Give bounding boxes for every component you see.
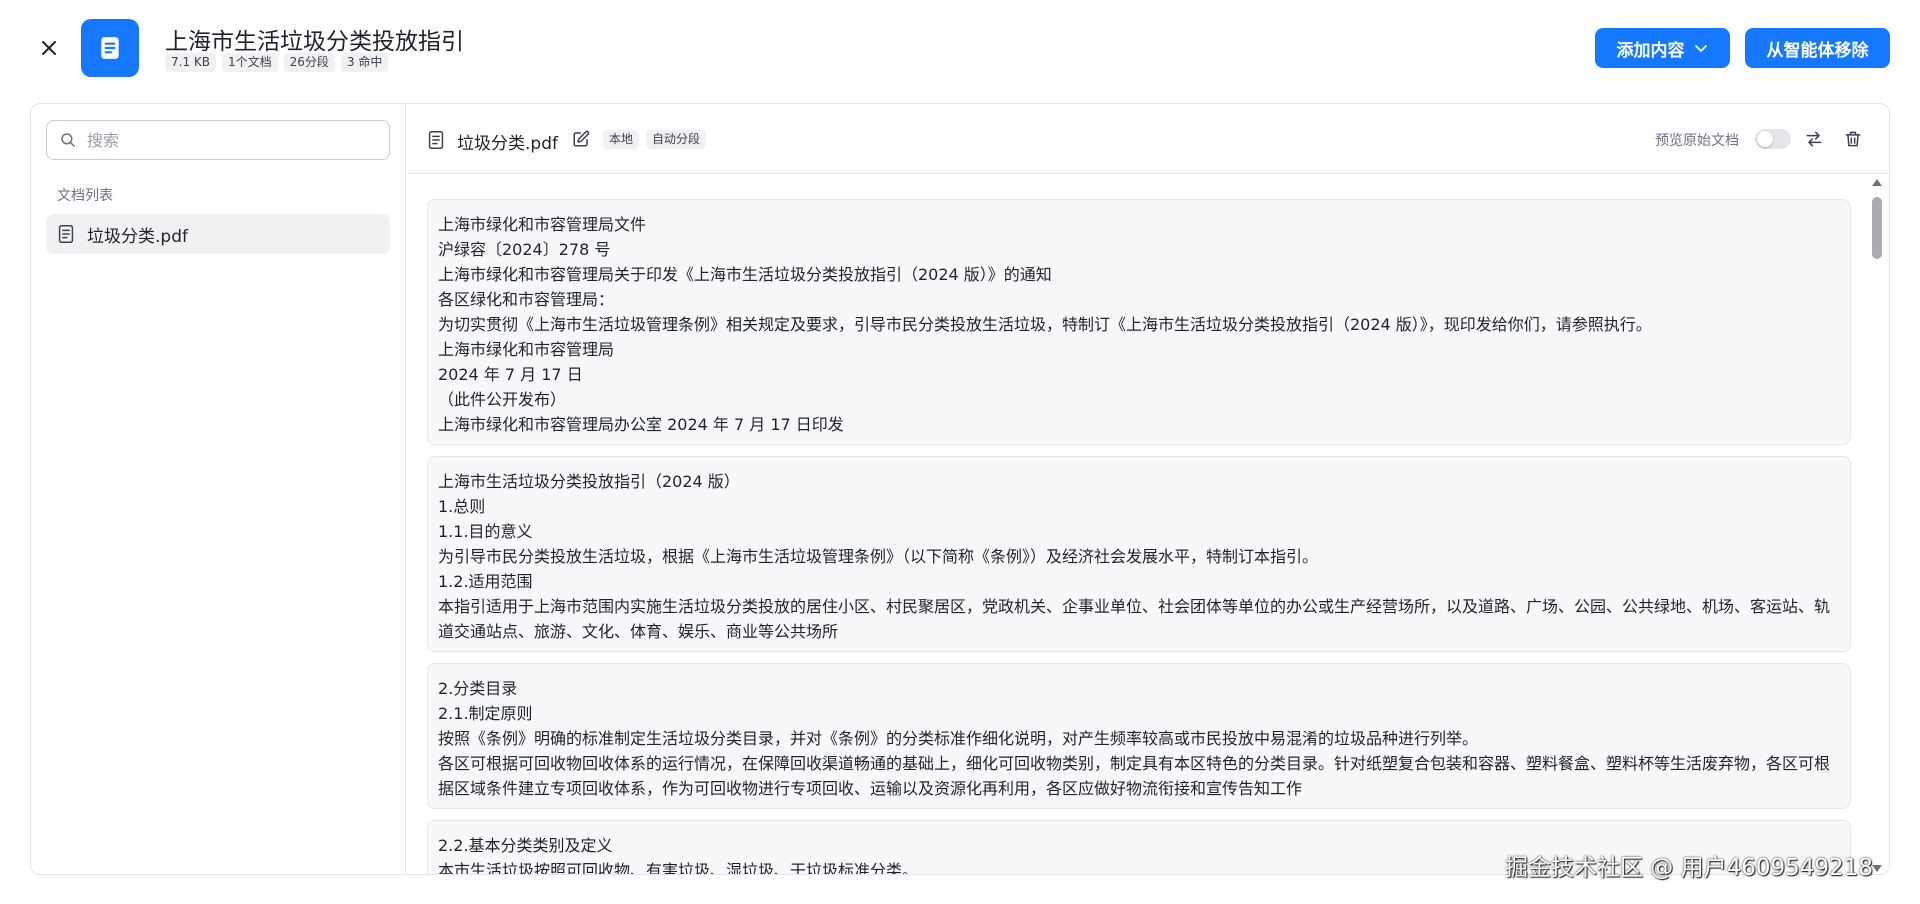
chunk-line: 本指引适用于上海市范围内实施生活垃圾分类投放的居住小区、村民聚居区，党政机关、企… xyxy=(438,597,1831,641)
document-name: 垃圾分类.pdf xyxy=(87,226,188,247)
add-content-label: 添加内容 xyxy=(1616,40,1685,61)
chunk-line: 1.2.适用范围 xyxy=(438,572,533,591)
chunk-list: 上海市绿化和市容管理局文件 沪绿容〔2024〕278 号 上海市绿化和市容管理局… xyxy=(407,175,1889,874)
segment-mode-tag: 自动分段 xyxy=(646,130,707,149)
scroll-thumb[interactable] xyxy=(1872,197,1882,259)
edit-icon[interactable] xyxy=(572,130,590,148)
chunk-card[interactable]: 上海市绿化和市容管理局文件 沪绿容〔2024〕278 号 上海市绿化和市容管理局… xyxy=(427,199,1851,445)
chunk-line: 2.分类目录 xyxy=(438,679,518,698)
swap-icon[interactable] xyxy=(1804,129,1824,149)
chunk-line: （此件公开发布） xyxy=(438,390,567,409)
segment-count-tag: 26分段 xyxy=(283,53,335,72)
toolbar-doc-name: 垃圾分类.pdf xyxy=(457,134,558,154)
chunk-line: 上海市绿化和市容管理局办公室 2024 年 7 月 17 日印发 xyxy=(438,415,844,434)
chunk-card[interactable]: 2.分类目录 2.1.制定原则 按照《条例》明确的标准制定生活垃圾分类目录，并对… xyxy=(427,663,1851,809)
chunk-line: 2.1.制定原则 xyxy=(438,704,533,723)
preview-original-toggle[interactable] xyxy=(1755,129,1791,149)
search-input[interactable] xyxy=(87,130,367,150)
chunk-line: 按照《条例》明确的标准制定生活垃圾分类目录，并对《条例》的分类标准作细化说明，对… xyxy=(438,729,1479,748)
chunk-line: 2024 年 7 月 17 日 xyxy=(438,365,583,384)
doc-count-tag: 1个文档 xyxy=(222,53,278,72)
chunk-line: 上海市生活垃圾分类投放指引（2024 版） xyxy=(438,472,740,491)
header: 上海市生活垃圾分类投放指引 7.1 KB 1个文档 26分段 3 命中 添加内容… xyxy=(0,0,1920,100)
chunk-line: 上海市绿化和市容管理局关于印发《上海市生活垃圾分类投放指引（2024 版）》的通… xyxy=(438,265,1052,284)
chunk-line: 各区可根据可回收物回收体系的运行情况，在保障回收渠道畅通的基础上，细化可回收物类… xyxy=(438,754,1831,798)
search-icon xyxy=(61,133,75,147)
document-list-label: 文档列表 xyxy=(57,188,113,204)
knowledge-base-icon xyxy=(81,19,139,77)
document-toolbar: 垃圾分类.pdf 本地 自动分段 预览原始文档 xyxy=(407,104,1889,174)
scrollbar[interactable] xyxy=(1869,175,1885,874)
document-content: 垃圾分类.pdf 本地 自动分段 预览原始文档 上海市绿化和市容管理局文件 沪绿… xyxy=(407,104,1889,874)
chunk-line: 为切实贯彻《上海市生活垃圾管理条例》相关规定及要求，引导市民分类投放生活垃圾，特… xyxy=(438,315,1652,334)
main-card: 文档列表 垃圾分类.pdf 垃圾分类.pdf 本地 自动分段 预览原始文档 上海… xyxy=(30,103,1890,875)
remove-from-agent-button[interactable]: 从智能体移除 xyxy=(1745,28,1890,68)
source-tag: 本地 xyxy=(603,130,640,149)
sidebar: 文档列表 垃圾分类.pdf xyxy=(31,104,406,874)
trash-icon[interactable] xyxy=(1843,129,1863,149)
toggle-knob xyxy=(1757,131,1773,147)
chunk-line: 1.1.目的意义 xyxy=(438,522,533,541)
close-icon[interactable] xyxy=(37,36,61,60)
document-icon xyxy=(428,131,444,149)
add-content-button[interactable]: 添加内容 xyxy=(1595,28,1730,68)
hit-count-tag: 3 命中 xyxy=(340,53,389,72)
chunk-line: 上海市绿化和市容管理局文件 xyxy=(438,215,647,234)
chevron-down-icon xyxy=(1694,45,1707,52)
watermark: 掘金技术社区 @ 用户4609549218 xyxy=(1505,855,1873,881)
page-title: 上海市生活垃圾分类投放指引 xyxy=(165,29,464,55)
document-list-item[interactable]: 垃圾分类.pdf xyxy=(46,214,390,254)
scroll-down-arrow[interactable] xyxy=(1872,865,1882,872)
chunk-line: 1.总则 xyxy=(438,497,486,516)
chunk-line: 上海市绿化和市容管理局 xyxy=(438,340,615,359)
kb-meta-tags: 7.1 KB 1个文档 26分段 3 命中 xyxy=(165,53,389,72)
chunk-line: 各区绿化和市容管理局： xyxy=(438,290,615,309)
chunk-card[interactable]: 上海市生活垃圾分类投放指引（2024 版） 1.总则 1.1.目的意义 为引导市… xyxy=(427,456,1851,652)
document-icon xyxy=(58,225,74,243)
scroll-up-arrow[interactable] xyxy=(1872,179,1882,186)
chunk-line: 为引导市民分类投放生活垃圾，根据《上海市生活垃圾管理条例》（以下简称《条例》）及… xyxy=(438,547,1319,566)
toolbar-tags: 本地 自动分段 xyxy=(603,130,707,149)
preview-original-label: 预览原始文档 xyxy=(1655,133,1739,149)
chunk-line: 沪绿容〔2024〕278 号 xyxy=(438,240,611,259)
size-tag: 7.1 KB xyxy=(165,53,216,72)
search-box[interactable] xyxy=(46,120,390,160)
